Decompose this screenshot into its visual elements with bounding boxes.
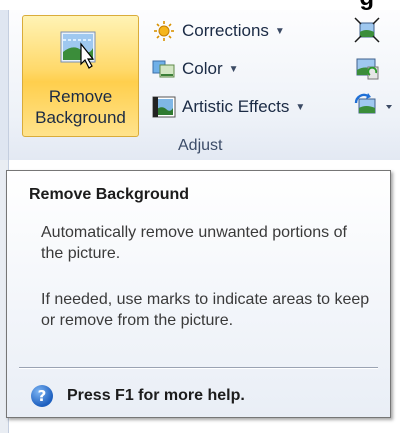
remove-background-tooltip: Remove Background Automatically remove u… <box>6 170 391 418</box>
tooltip-divider <box>19 367 378 369</box>
ribbon-adjust-group: Remove Background Corrections ▼ Color ▼ … <box>0 10 400 161</box>
chevron-down-icon: ▼ <box>228 63 239 75</box>
sun-icon <box>152 20 176 42</box>
remove-background-icon <box>55 28 105 70</box>
tooltip-paragraph-2: If needed, use marks to indicate areas t… <box>41 291 370 329</box>
ribbon-left-border <box>0 10 9 160</box>
change-picture-icon[interactable] <box>354 55 380 81</box>
color-button[interactable]: Color ▼ <box>152 56 239 82</box>
help-icon: ? <box>31 385 53 407</box>
color-label: Color <box>182 59 223 78</box>
artistic-effects-label: Artistic Effects <box>182 97 290 116</box>
tooltip-title: Remove Background <box>29 186 190 203</box>
corrections-button[interactable]: Corrections ▼ <box>152 18 285 44</box>
artistic-effects-icon <box>152 96 176 118</box>
chevron-down-icon: ▼ <box>274 25 285 37</box>
corrections-label: Corrections <box>182 21 269 40</box>
chevron-down-icon: ▼ <box>295 101 306 113</box>
reset-picture-button[interactable] <box>354 93 396 119</box>
remove-background-button[interactable]: Remove Background <box>22 15 139 137</box>
remove-background-label: Remove Background <box>35 87 126 127</box>
compress-pictures-icon[interactable] <box>354 17 380 43</box>
tooltip-help-text: Press F1 for more help. <box>67 387 245 404</box>
tooltip-paragraph-1: Automatically remove unwanted portions o… <box>41 224 347 262</box>
color-icon <box>152 58 176 80</box>
adjust-group-label: Adjust <box>178 137 223 154</box>
artistic-effects-button[interactable]: Artistic Effects ▼ <box>152 94 305 120</box>
tooltip-help-row: ? Press F1 for more help. <box>31 385 245 407</box>
